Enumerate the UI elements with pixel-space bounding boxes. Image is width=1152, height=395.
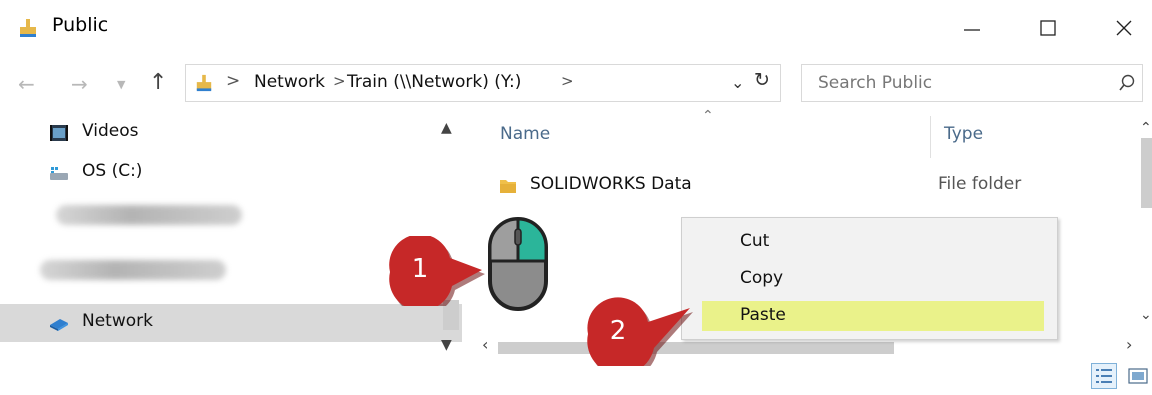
arrow-right-icon: → <box>71 72 88 96</box>
folder-icon[interactable] <box>497 176 519 196</box>
chevron-right-icon: › <box>1126 335 1133 354</box>
sidebar-item-label: Videos <box>82 121 139 141</box>
nav-scroll-up-button[interactable]: ▲ <box>441 120 452 136</box>
close-icon <box>1116 20 1132 36</box>
chevron-down-icon: ▼ <box>117 78 126 91</box>
chevron-down-icon: ⌄ <box>1140 307 1152 323</box>
scrollbar-thumb[interactable] <box>1141 138 1152 208</box>
column-header-type[interactable]: Type <box>944 124 983 144</box>
minimize-button[interactable] <box>952 10 992 46</box>
callout-step-2: 2 <box>578 296 698 379</box>
arrow-up-icon: ↑ <box>149 70 168 95</box>
refresh-icon: ↻ <box>754 69 770 91</box>
close-button[interactable] <box>1104 10 1144 46</box>
callout-number: 2 <box>609 316 627 346</box>
breadcrumb-train-drive[interactable]: Train (\\Network) (Y:) <box>347 72 521 92</box>
menu-item-label: Paste <box>740 305 786 325</box>
context-menu: Cut Copy Paste <box>681 217 1058 340</box>
file-name[interactable]: SOLIDWORKS Data <box>530 174 692 194</box>
mouse-right-click-icon <box>488 217 548 311</box>
recent-locations-button[interactable]: ▼ <box>117 78 125 91</box>
arrow-left-icon: ← <box>18 72 35 96</box>
breadcrumb-separator[interactable]: > <box>226 71 240 91</box>
details-view-icon <box>1096 369 1112 383</box>
menu-item-paste[interactable]: Paste <box>702 301 1044 331</box>
scroll-up-button[interactable]: ⌃ <box>1140 120 1152 136</box>
folder-user-icon <box>20 19 36 37</box>
search-box[interactable]: Search Public <box>801 64 1143 102</box>
address-bar[interactable]: > Network > Train (\\Network) (Y:) > ⌄ ↻ <box>185 64 781 102</box>
callout-number: 1 <box>411 254 429 284</box>
minimize-icon <box>964 29 980 31</box>
breadcrumb-separator[interactable]: > <box>561 72 574 90</box>
title-bar: Public <box>0 0 1152 56</box>
chevron-down-icon: ▼ <box>441 337 452 353</box>
chevron-left-icon: ‹ <box>482 335 489 354</box>
menu-item-label: Copy <box>740 268 784 288</box>
back-button[interactable]: ← <box>18 72 35 96</box>
chevron-up-icon: ⌃ <box>1140 120 1152 136</box>
large-icons-view-button[interactable] <box>1128 366 1148 386</box>
breadcrumb-network[interactable]: Network <box>254 72 325 92</box>
menu-item-label: Cut <box>740 231 770 251</box>
search-icon[interactable] <box>1118 73 1136 93</box>
sidebar-item-label: OS (C:) <box>82 161 143 181</box>
videos-icon <box>50 125 68 141</box>
window-title: Public <box>52 14 109 36</box>
up-button[interactable]: ↑ <box>149 70 167 95</box>
menu-item-copy[interactable]: Copy <box>702 264 1044 294</box>
file-type: File folder <box>938 174 1022 194</box>
maximize-button[interactable] <box>1028 10 1068 46</box>
column-divider[interactable] <box>930 116 931 158</box>
blurred-item <box>56 205 242 225</box>
details-view-button[interactable] <box>1091 363 1117 389</box>
sidebar-item-videos[interactable]: Videos <box>0 114 462 152</box>
folder-user-icon <box>196 74 212 92</box>
search-input[interactable]: Search Public <box>818 73 932 93</box>
scroll-right-button[interactable]: › <box>1126 335 1132 354</box>
callout-step-1: 1 <box>376 234 486 315</box>
menu-item-cut[interactable]: Cut <box>702 227 1044 257</box>
address-dropdown-button[interactable]: ⌄ <box>731 73 744 92</box>
sidebar-item-network[interactable]: Network <box>0 304 462 342</box>
refresh-button[interactable]: ↻ <box>754 69 770 91</box>
sidebar-item-label: Network <box>82 311 153 331</box>
column-header-name[interactable]: Name <box>500 124 550 144</box>
large-icons-view-icon <box>1128 368 1148 384</box>
blurred-item <box>40 260 226 280</box>
sidebar-item-os-drive[interactable]: OS (C:) <box>0 154 462 192</box>
chevron-up-icon: ▲ <box>441 120 452 136</box>
network-icon <box>50 319 68 331</box>
drive-icon <box>50 167 68 180</box>
scroll-left-button[interactable]: ‹ <box>482 335 488 354</box>
sort-indicator-icon: ⌃ <box>702 108 714 124</box>
nav-scroll-down-button[interactable]: ▼ <box>441 337 452 353</box>
scroll-down-button[interactable]: ⌄ <box>1140 307 1152 323</box>
chevron-down-icon: ⌄ <box>731 73 745 92</box>
breadcrumb-separator[interactable]: > <box>333 72 346 90</box>
forward-button[interactable]: → <box>71 72 88 96</box>
maximize-icon <box>1040 20 1056 36</box>
